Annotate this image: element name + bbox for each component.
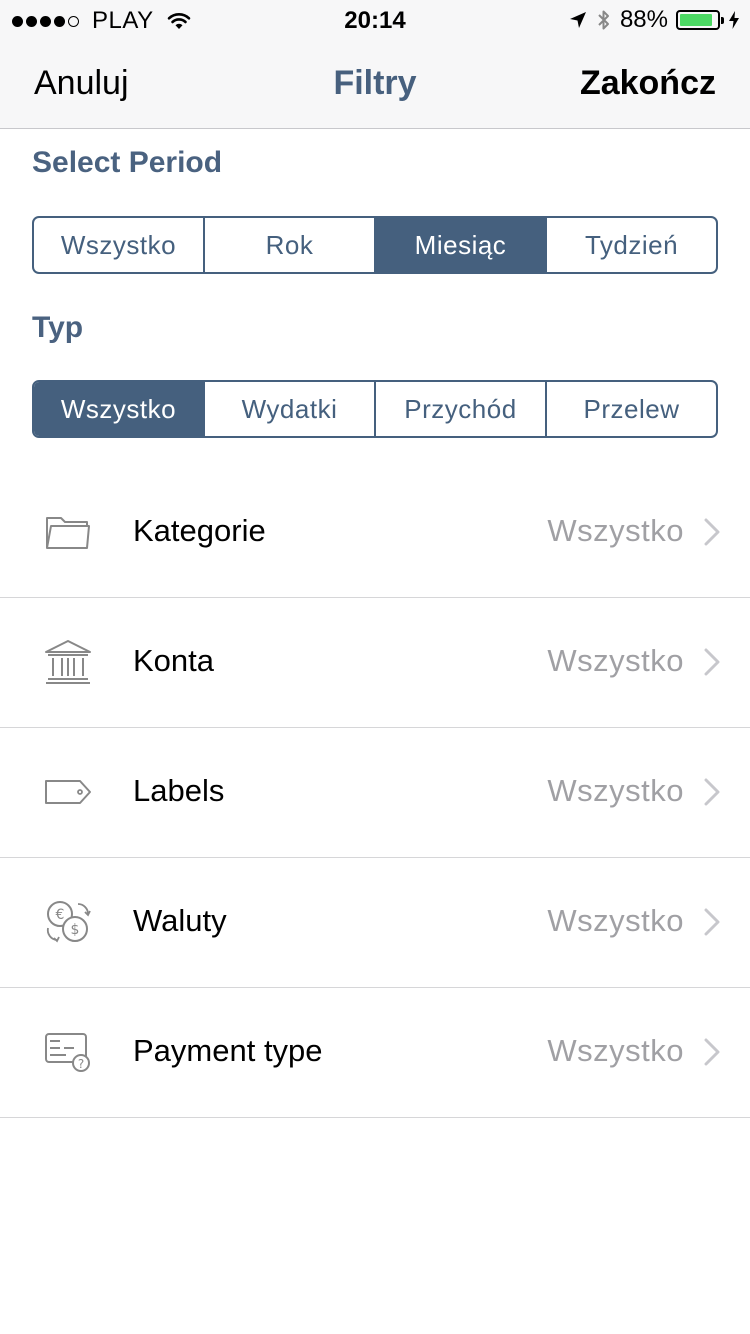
location-arrow-icon: [569, 12, 586, 28]
chevron-right-icon: [704, 1038, 720, 1066]
chevron-right-icon: [704, 648, 720, 676]
row-label: Labels: [133, 773, 225, 808]
type-option-transfer[interactable]: Przelew: [547, 382, 716, 436]
filter-row-categories[interactable]: Kategorie Wszystko: [0, 468, 750, 598]
bluetooth-icon: [598, 10, 609, 30]
chevron-right-icon: [704, 518, 720, 546]
bank-icon: [45, 640, 91, 684]
svg-text:?: ?: [78, 1057, 84, 1071]
tag-icon: [45, 780, 91, 804]
type-option-all[interactable]: Wszystko: [34, 382, 205, 436]
svg-text:$: $: [71, 922, 80, 938]
status-bar-right: 88%: [560, 6, 740, 34]
period-option-month[interactable]: Miesiąc: [376, 218, 547, 272]
row-label: Payment type: [133, 1033, 323, 1068]
chevron-right-icon: [704, 908, 720, 936]
period-section-title: Select Period: [32, 146, 223, 179]
battery-icon: [676, 10, 724, 30]
filter-row-accounts[interactable]: Konta Wszystko: [0, 598, 750, 728]
type-option-expenses[interactable]: Wydatki: [205, 382, 376, 436]
svg-text:€: €: [56, 907, 65, 923]
type-section-title: Typ: [32, 311, 84, 344]
row-label: Waluty: [133, 903, 227, 938]
type-segmented-control: Wszystko Wydatki Przychód Przelew: [32, 380, 718, 438]
period-option-year[interactable]: Rok: [205, 218, 376, 272]
chevron-right-icon: [704, 778, 720, 806]
row-value: Wszystko: [547, 903, 684, 938]
battery-level: [680, 14, 712, 26]
row-value: Wszystko: [547, 1033, 684, 1068]
row-label: Kategorie: [133, 513, 266, 548]
done-button[interactable]: Zakończ: [580, 64, 716, 103]
period-option-week[interactable]: Tydzień: [547, 218, 716, 272]
row-value: Wszystko: [547, 513, 684, 548]
filter-row-payment-type[interactable]: ? Payment type Wszystko: [0, 988, 750, 1118]
navigation-bar: Anuluj Filtry Zakończ: [0, 40, 750, 129]
row-label: Konta: [133, 643, 215, 678]
filter-row-currencies[interactable]: € $ Waluty Wszystko: [0, 858, 750, 988]
battery-percent: 88%: [619, 6, 668, 33]
payment-card-icon: ?: [45, 1033, 90, 1072]
currency-exchange-icon: € $: [46, 901, 91, 943]
period-option-all[interactable]: Wszystko: [34, 218, 205, 272]
type-option-income[interactable]: Przychód: [376, 382, 547, 436]
row-value: Wszystko: [547, 643, 684, 678]
period-segmented-control: Wszystko Rok Miesiąc Tydzień: [32, 216, 718, 274]
filter-row-labels[interactable]: Labels Wszystko: [0, 728, 750, 858]
charging-bolt-icon: [729, 11, 739, 29]
folder-icon: [46, 517, 90, 549]
row-value: Wszystko: [547, 773, 684, 808]
status-bar: PLAY 20:14 88%: [0, 0, 750, 40]
